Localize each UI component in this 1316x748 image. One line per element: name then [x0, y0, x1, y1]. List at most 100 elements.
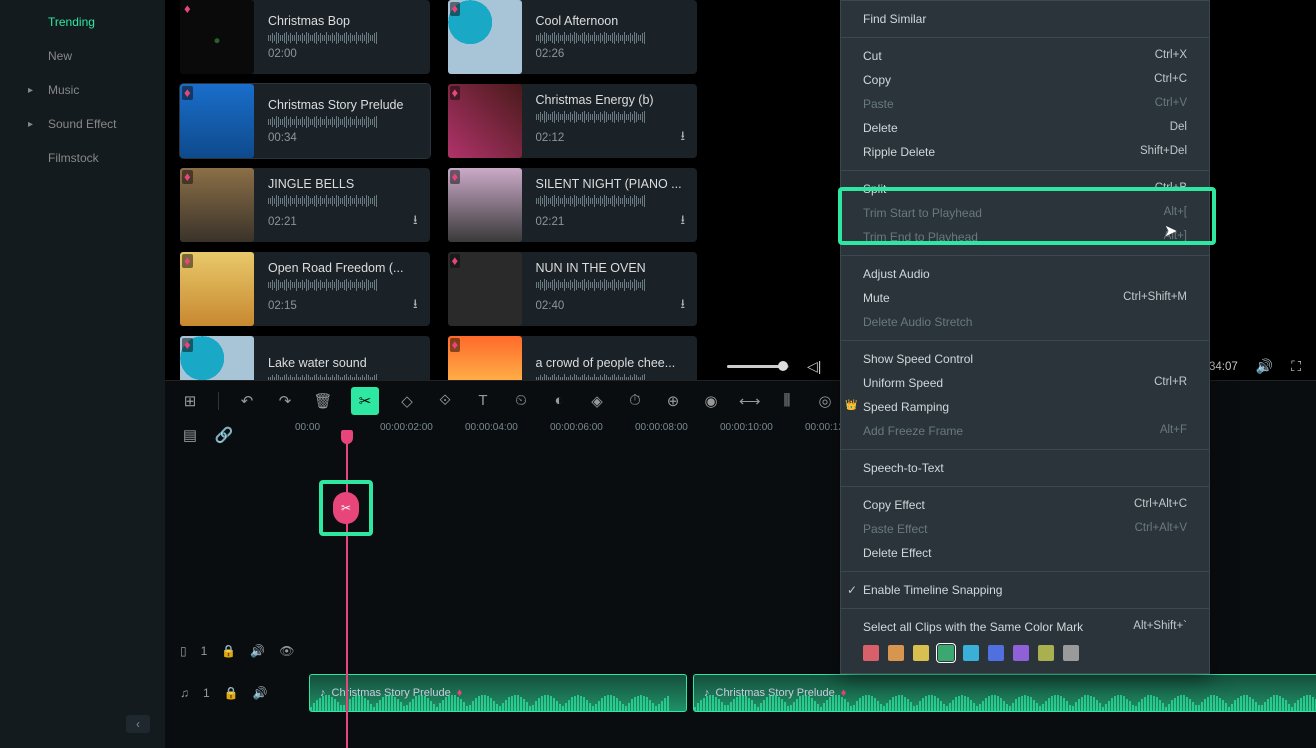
waveform-mini [536, 31, 686, 45]
sidebar-item-sound-effect[interactable]: Sound Effect [0, 107, 165, 141]
download-icon[interactable]: ⭳ [680, 211, 685, 233]
grid-icon[interactable]: ⊞ [180, 392, 200, 410]
split-button[interactable]: ✂ [351, 387, 379, 415]
ctx-select-all-clips-with-the-same-color-mark[interactable]: Select all Clips with the Same Color Mar… [841, 615, 1209, 639]
ctx-show-speed-control[interactable]: Show Speed Control [841, 347, 1209, 371]
download-icon[interactable]: ⭳ [680, 127, 685, 149]
ruler-mark: 00:00:02:00 [380, 422, 433, 433]
heart-icon: ♦ [182, 2, 193, 16]
audio-track-icon[interactable]: ♫ [180, 686, 189, 700]
audio-clip[interactable]: ♪ Christmas Story Prelude ♦ [309, 674, 687, 712]
ctx-delete-audio-stretch: Delete Audio Stretch [841, 310, 1209, 334]
track-card[interactable]: ♦Lake water sound [180, 336, 430, 380]
ctx-label: Trim Start to Playhead [863, 206, 982, 220]
waveform-mini [268, 194, 418, 208]
track-menu-icon[interactable]: ▤ [180, 426, 200, 444]
track-card[interactable]: ♦Christmas Bop02:00 [180, 0, 430, 74]
color-swatch[interactable] [963, 645, 979, 661]
color-swatch[interactable] [888, 645, 904, 661]
color-swatch[interactable] [1063, 645, 1079, 661]
video-track-icon[interactable]: ▯ [180, 644, 187, 658]
ctx-find-similar[interactable]: Find Similar [841, 7, 1209, 31]
color-swatch[interactable] [1038, 645, 1054, 661]
color-button[interactable]: ◐ [549, 392, 569, 409]
audio-button[interactable]: ⫼ [777, 392, 797, 409]
track-duration: 02:26 [536, 48, 565, 60]
sidebar-item-filmstock[interactable]: Filmstock [0, 141, 165, 175]
ctx-label: Show Speed Control [863, 352, 973, 366]
prev-frame-button[interactable]: ◁| [807, 358, 821, 375]
adjust-button[interactable]: ⟷ [739, 392, 759, 410]
ctx-delete-effect[interactable]: Delete Effect [841, 541, 1209, 565]
ctx-speech-to-text[interactable]: Speech-to-Text [841, 456, 1209, 480]
sidebar: TrendingNewMusicSound EffectFilmstock ‹ [0, 0, 165, 748]
waveform-mini [268, 373, 418, 380]
effect-button[interactable]: ◎ [815, 392, 835, 410]
sidebar-item-trending[interactable]: Trending [0, 5, 165, 39]
track-card[interactable]: ♦Cool Afternoon02:26 [448, 0, 698, 74]
ctx-label: Mute [863, 291, 890, 305]
track-thumbnail: ♦ [180, 252, 254, 326]
duration-button[interactable]: ⏱ [625, 392, 645, 409]
lock-icon[interactable]: 🔒 [221, 644, 236, 658]
ctx-uniform-speed[interactable]: Uniform SpeedCtrl+R [841, 371, 1209, 395]
sidebar-item-music[interactable]: Music [0, 73, 165, 107]
download-icon[interactable]: ⭳ [413, 211, 418, 233]
audio-clip[interactable]: ♪ Christmas Story Prelude ♦ [693, 674, 1316, 712]
ctx-mute[interactable]: Mute Ctrl+Shift+M [841, 286, 1209, 310]
link-icon[interactable]: 🔗 [214, 426, 234, 444]
color-swatch[interactable] [913, 645, 929, 661]
marker-button[interactable]: ◇ [397, 392, 417, 410]
ctx-split[interactable]: SplitCtrl+B [841, 177, 1209, 201]
ctx-shortcut: Ctrl+C [1154, 73, 1187, 87]
mute-icon[interactable]: 🔊 [253, 686, 268, 700]
heart-icon: ♦ [450, 338, 461, 352]
video-track-count: 1 [201, 644, 208, 658]
track-card[interactable]: ♦NUN IN THE OVEN02:40⭳ [448, 252, 698, 326]
crop-button[interactable]: ⟐ [435, 392, 455, 409]
sidebar-collapse-button[interactable]: ‹ [126, 715, 150, 733]
color-swatch[interactable] [863, 645, 879, 661]
ctx-delete[interactable]: DeleteDel [841, 116, 1209, 140]
ctx-enable-timeline-snapping[interactable]: ✓Enable Timeline Snapping [841, 578, 1209, 602]
ctx-ripple-delete[interactable]: Ripple DeleteShift+Del [841, 140, 1209, 164]
fullscreen-icon[interactable]: ⛶ [1291, 358, 1301, 375]
color-swatch-row [841, 639, 1209, 667]
ctx-cut[interactable]: CutCtrl+X [841, 44, 1209, 68]
playhead[interactable] [346, 430, 348, 748]
sidebar-item-new[interactable]: New [0, 39, 165, 73]
text-button[interactable]: T [473, 392, 493, 409]
speed-button[interactable]: ⏲ [511, 392, 531, 409]
keyframe-button[interactable]: ◈ [587, 392, 607, 410]
download-icon[interactable]: ⭳ [413, 295, 418, 317]
ctx-shortcut: Ctrl+Shift+M [1123, 291, 1187, 305]
track-card[interactable]: ♦Christmas Energy (b)02:12⭳ [448, 84, 698, 158]
color-swatch[interactable] [988, 645, 1004, 661]
ctx-speed-ramping[interactable]: 👑Speed Ramping [841, 395, 1209, 419]
ctx-copy-effect[interactable]: Copy EffectCtrl+Alt+C [841, 493, 1209, 517]
track-duration: 02:00 [268, 48, 297, 60]
ctx-copy[interactable]: Copy Ctrl+C [841, 68, 1209, 92]
color-swatch[interactable] [938, 645, 954, 661]
heart-icon: ♦ [182, 86, 193, 100]
delete-button[interactable]: 🗑 [313, 392, 333, 410]
redo-button[interactable]: ↷ [275, 392, 295, 410]
track-card[interactable]: ♦SILENT NIGHT (PIANO ...02:21⭳ [448, 168, 698, 242]
ctx-adjust-audio[interactable]: Adjust Audio [841, 262, 1209, 286]
tag-button[interactable]: ◉ [701, 392, 721, 410]
mute-icon[interactable]: 🔊 [250, 644, 265, 658]
track-card[interactable]: ♦Christmas Story Prelude00:34 [180, 84, 430, 158]
track-card[interactable]: ♦a crowd of people chee... [448, 336, 698, 380]
color-swatch[interactable] [1013, 645, 1029, 661]
track-card[interactable]: ♦JINGLE BELLS02:21⭳ [180, 168, 430, 242]
expand-button[interactable]: ⊕ [663, 392, 683, 410]
download-icon[interactable]: ⭳ [680, 295, 685, 317]
ctx-label: Copy [863, 73, 891, 87]
track-card[interactable]: ♦Open Road Freedom (...02:15⭳ [180, 252, 430, 326]
volume-icon[interactable]: 🔊 [1256, 358, 1273, 375]
waveform-mini [536, 110, 686, 124]
undo-button[interactable]: ↶ [237, 392, 257, 410]
volume-slider[interactable] [727, 365, 789, 368]
lock-icon[interactable]: 🔒 [224, 686, 239, 700]
eye-icon[interactable]: 👁 [279, 644, 294, 658]
